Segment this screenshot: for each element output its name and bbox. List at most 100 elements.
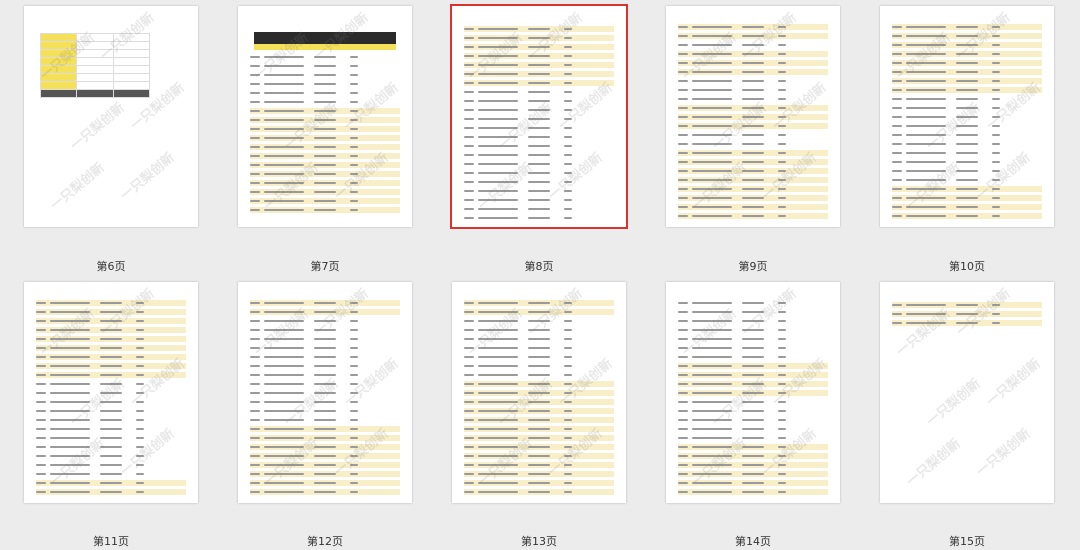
page-label-9: 第9页 [738, 260, 768, 273]
table-row [36, 390, 186, 396]
table-row [250, 426, 400, 432]
table-row [250, 453, 400, 459]
table-row [464, 161, 614, 167]
table-row [464, 143, 614, 149]
table-row [250, 144, 400, 150]
table-row [678, 204, 828, 210]
table-row [464, 179, 614, 185]
table-row [892, 195, 1042, 201]
table-row [36, 426, 186, 432]
table-row [36, 435, 186, 441]
table-row [464, 372, 614, 378]
table-row [678, 363, 828, 369]
watermark-text: 一只梨创新 [48, 160, 108, 214]
table-row [678, 51, 828, 57]
table-row [464, 381, 614, 387]
table-row [250, 327, 400, 333]
table-row [464, 134, 614, 140]
table-row [464, 125, 614, 131]
page-thumbnail-15[interactable]: 一只梨创新一只梨创新一只梨创新一只梨创新一只梨创新一只梨创新 [880, 282, 1054, 503]
table-row [464, 435, 614, 441]
table-row [892, 141, 1042, 147]
table-row [892, 60, 1042, 66]
table-row [464, 408, 614, 414]
summary-table [39, 33, 151, 98]
table-row [250, 153, 400, 159]
watermark-text: 一只梨创新 [924, 376, 984, 430]
table-row [36, 354, 186, 360]
table-row [464, 336, 614, 342]
table-row [464, 44, 614, 50]
table-row [250, 489, 400, 495]
table-row [678, 150, 828, 156]
table-row [464, 390, 614, 396]
table-row [678, 114, 828, 120]
table-row [678, 399, 828, 405]
table-row [250, 435, 400, 441]
table-row [464, 89, 614, 95]
table-row [36, 327, 186, 333]
table-row [464, 26, 614, 32]
table-row [892, 168, 1042, 174]
table-row [464, 453, 614, 459]
table-row [464, 309, 614, 315]
table-row [250, 300, 400, 306]
page-thumbnail-11[interactable]: 一只梨创新一只梨创新一只梨创新一只梨创新一只梨创新一只梨创新 [24, 282, 198, 503]
page-label-14: 第14页 [735, 535, 771, 548]
table-row [464, 35, 614, 41]
table-row [678, 453, 828, 459]
page-thumbnail-13[interactable]: 一只梨创新一只梨创新一只梨创新一只梨创新一只梨创新一只梨创新 [452, 282, 626, 503]
page-thumbnail-8[interactable]: 一只梨创新一只梨创新一只梨创新一只梨创新一只梨创新一只梨创新 [450, 4, 628, 229]
table-row [678, 435, 828, 441]
table-row [250, 318, 400, 324]
table-row [892, 87, 1042, 93]
table-row [678, 105, 828, 111]
table-row [892, 186, 1042, 192]
watermark-text: 一只梨创新 [904, 436, 964, 490]
table-row [892, 302, 1042, 308]
table-row [678, 132, 828, 138]
page-thumbnail-9[interactable]: 一只梨创新一只梨创新一只梨创新一只梨创新一只梨创新一只梨创新 [666, 6, 840, 227]
table-row [36, 471, 186, 477]
table-row [678, 417, 828, 423]
table-row [892, 105, 1042, 111]
page-thumbnail-6[interactable]: 一只梨创新一只梨创新一只梨创新一只梨创新一只梨创新一只梨创新 [24, 6, 198, 227]
page-label-11: 第11页 [93, 535, 129, 548]
table-row [464, 80, 614, 86]
table-row [892, 42, 1042, 48]
page-thumbnail-10[interactable]: 一只梨创新一只梨创新一只梨创新一只梨创新一只梨创新一只梨创新 [880, 6, 1054, 227]
table-row [36, 462, 186, 468]
table-row [892, 78, 1042, 84]
page-label-6: 第6页 [96, 260, 126, 273]
table-row [36, 363, 186, 369]
page-thumbnail-12[interactable]: 一只梨创新一只梨创新一只梨创新一只梨创新一只梨创新一只梨创新 [238, 282, 412, 503]
page-label-8: 第8页 [524, 260, 554, 273]
table-row [250, 354, 400, 360]
table-row [464, 399, 614, 405]
table-row [36, 318, 186, 324]
table-row [464, 215, 614, 221]
table-row [678, 444, 828, 450]
table-row [250, 117, 400, 123]
page-thumbnail-14[interactable]: 一只梨创新一只梨创新一只梨创新一只梨创新一只梨创新一只梨创新 [666, 282, 840, 503]
table-row [250, 408, 400, 414]
table-row [678, 336, 828, 342]
page-thumbnail-7[interactable]: 一只梨创新一只梨创新一只梨创新一只梨创新一只梨创新一只梨创新 [238, 6, 412, 227]
table-row [678, 300, 828, 306]
page-label-13: 第13页 [521, 535, 557, 548]
table-row [892, 204, 1042, 210]
table-row [678, 390, 828, 396]
page-label-10: 第10页 [949, 260, 985, 273]
table-row [678, 426, 828, 432]
table-row [678, 141, 828, 147]
table-row [250, 81, 400, 87]
table-row [464, 480, 614, 486]
table-row [250, 372, 400, 378]
table-row [250, 135, 400, 141]
watermark-text: 一只梨创新 [974, 426, 1034, 480]
table-row [464, 62, 614, 68]
table-row [678, 33, 828, 39]
table-row [892, 177, 1042, 183]
table-row [250, 189, 400, 195]
table-row [36, 309, 186, 315]
